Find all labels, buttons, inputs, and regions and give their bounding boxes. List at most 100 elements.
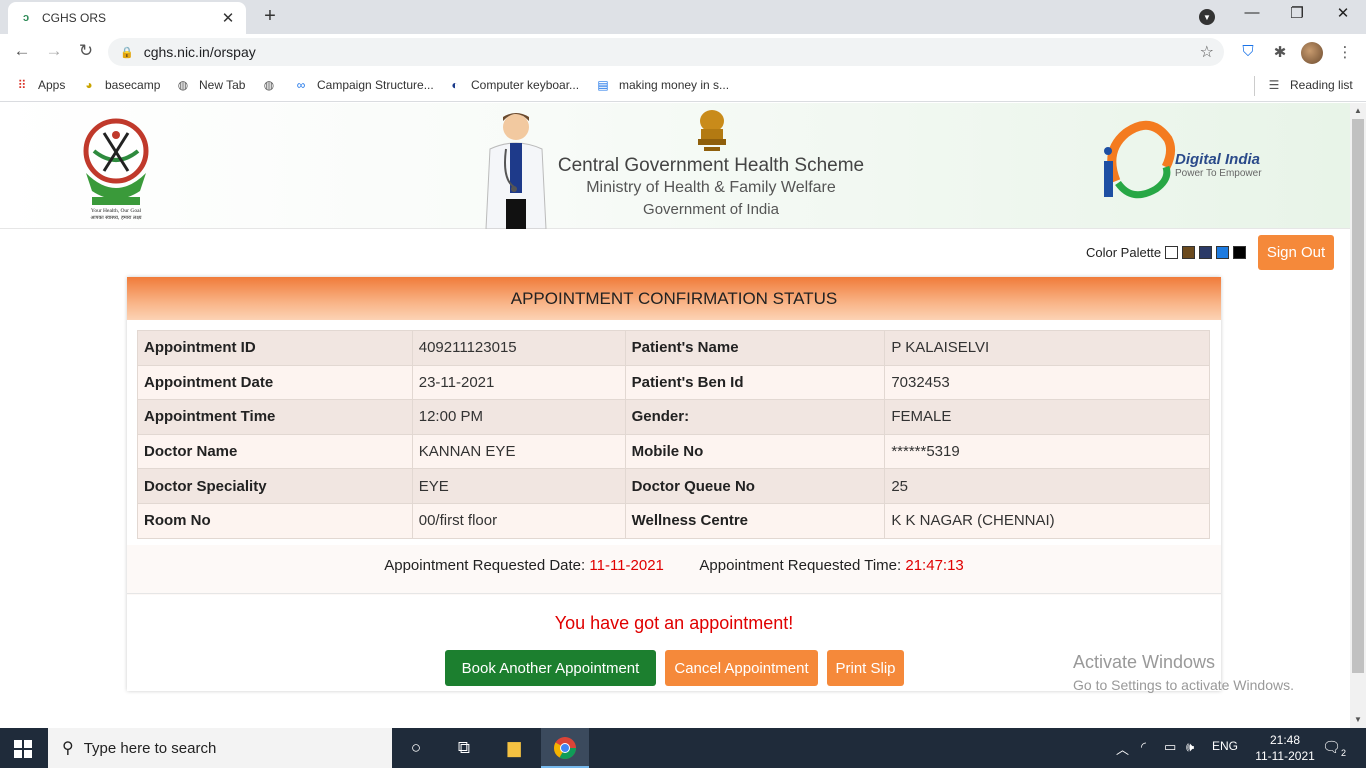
national-emblem-icon	[698, 110, 726, 151]
palette-swatch-brown[interactable]	[1182, 246, 1196, 259]
detail-label: Patient's Ben Id	[624, 364, 886, 401]
tray-chevron-icon[interactable]: ︿	[1116, 739, 1129, 758]
reading-list-button[interactable]: ☰ Reading list	[1266, 77, 1353, 93]
taskbar-search-box[interactable]: ⚲ Type here to search	[48, 728, 392, 768]
cancel-appointment-button[interactable]: Cancel Appointment	[665, 650, 818, 686]
requested-time-label: Appointment Requested Time:	[699, 557, 902, 574]
tab-search-icon[interactable]: ▼	[1199, 9, 1215, 25]
globe-icon: ◍	[177, 78, 189, 92]
detail-value: K K NAGAR (CHENNAI)	[884, 502, 1210, 539]
bookmark-label: making money in s...	[619, 78, 730, 92]
file-explorer-icon[interactable]: ▆	[502, 736, 526, 760]
print-slip-button[interactable]: Print Slip	[827, 650, 904, 686]
taskbar-chrome-app[interactable]	[541, 728, 589, 768]
detail-value: 12:00 PM	[411, 399, 626, 435]
language-indicator[interactable]: ENG	[1212, 739, 1238, 753]
notifications-icon[interactable]: 🗨2	[1322, 738, 1346, 758]
profile-avatar[interactable]	[1301, 42, 1323, 64]
table-row: Doctor Speciality EYE Doctor Queue No 25	[137, 468, 1210, 504]
forward-icon[interactable]: →	[42, 41, 66, 61]
minimize-icon[interactable]: —	[1242, 4, 1262, 21]
cghs-tagline-hi: आपका स्वास्थ्य, हमारा लक्ष्य	[91, 215, 142, 221]
palette-swatch-navy[interactable]	[1199, 246, 1213, 259]
url-text[interactable]: cghs.nic.in/orspay	[144, 44, 256, 60]
detail-value: EYE	[411, 468, 626, 504]
detail-value: ******5319	[884, 433, 1210, 470]
windows-taskbar: ⚲ Type here to search ○ ⧉ ▆ ︿ ◜ ▭ 🕪 ENG …	[0, 728, 1366, 768]
restore-icon[interactable]: ❐	[1287, 4, 1307, 22]
bookmark-keyboard[interactable]: ◐ Computer keyboar...	[447, 77, 579, 93]
detail-value: 409211123015	[411, 330, 626, 366]
clock-time: 21:48	[1269, 733, 1301, 747]
back-icon[interactable]: ←	[10, 41, 34, 61]
battery-icon[interactable]: ▭	[1164, 739, 1176, 755]
reading-list-icon: ☰	[1268, 78, 1280, 92]
requested-time-value: 21:47:13	[905, 557, 964, 574]
table-row: Appointment ID 409211123015 Patient's Name…	[137, 330, 1210, 366]
extensions-puzzle-icon[interactable]: ✱	[1270, 43, 1290, 61]
color-palette: Color Palette	[1086, 245, 1247, 260]
close-window-icon[interactable]: ✕	[1333, 4, 1353, 22]
requested-date-value: 11-11-2021	[589, 557, 664, 574]
browser-tab-cghs[interactable]: ↄ CGHS ORS ✕	[8, 2, 246, 34]
bookmark-label: Apps	[38, 78, 66, 92]
taskbar-clock[interactable]: 21:48 11-11-2021	[1252, 732, 1318, 764]
card-divider	[127, 593, 1221, 594]
menu-kebab-icon[interactable]: ⋮	[1335, 43, 1355, 61]
sign-out-button[interactable]: Sign Out	[1258, 235, 1334, 270]
windows-start-icon[interactable]	[14, 740, 32, 758]
basecamp-icon: ◕	[85, 78, 93, 92]
detail-value: 7032453	[884, 364, 1210, 401]
network-icon[interactable]: ◜	[1141, 739, 1146, 755]
detail-value: KANNAN EYE	[411, 433, 626, 470]
taskbar-search-placeholder: Type here to search	[83, 739, 217, 757]
bookmark-making-money[interactable]: ▤ making money in s...	[595, 77, 729, 93]
detail-value: 23-11-2021	[411, 364, 626, 401]
browser-tabstrip: ↄ CGHS ORS ✕ + ▼ — ❐ ✕	[0, 0, 1366, 34]
detail-value: FEMALE	[884, 399, 1210, 435]
detail-value: 25	[884, 468, 1210, 504]
link-icon: ∞	[296, 78, 306, 92]
requested-info: Appointment Requested Date: 11-11-2021 A…	[127, 545, 1221, 595]
address-bar[interactable]: 🔒 cghs.nic.in/orspay ☆	[108, 38, 1224, 66]
detail-label: Appointment Date	[137, 364, 413, 401]
palette-swatch-black[interactable]	[1233, 246, 1247, 259]
book-another-appointment-button[interactable]: Book Another Appointment	[445, 650, 656, 686]
clock-date: 11-11-2021	[1255, 749, 1315, 763]
cortana-icon[interactable]: ○	[404, 736, 428, 760]
palette-swatch-white[interactable]	[1165, 246, 1179, 259]
bookmarks-divider	[1254, 76, 1255, 96]
scrollbar-thumb[interactable]	[1352, 119, 1364, 673]
scroll-up-icon[interactable]: ▲	[1350, 106, 1366, 115]
tab-close-icon[interactable]: ✕	[220, 9, 236, 27]
doc-icon: ▤	[597, 78, 609, 92]
bookmark-label: Computer keyboar...	[471, 78, 580, 92]
palette-swatch-blue[interactable]	[1216, 246, 1230, 259]
new-tab-button[interactable]: +	[258, 5, 282, 28]
digital-india-title: Digital India	[1175, 151, 1261, 168]
bookmark-new-tab[interactable]: ◍ New Tab	[175, 77, 246, 93]
bookmark-apps[interactable]: ⠿ Apps	[14, 77, 66, 93]
detail-label: Mobile No	[624, 433, 886, 470]
task-view-icon[interactable]: ⧉	[452, 736, 476, 760]
bookmarks-bar: ⠿ Apps ◕ basecamp ◍ New Tab ◍ ∞ Campaign…	[0, 70, 1366, 102]
bookmark-basecamp[interactable]: ◕ basecamp	[81, 77, 160, 93]
activate-windows-title: Activate Windows	[1073, 652, 1216, 672]
lock-icon[interactable]: 🔒	[120, 46, 134, 59]
page-scrollbar[interactable]: ▲ ▼	[1350, 103, 1366, 728]
volume-icon[interactable]: 🕪	[1186, 739, 1194, 755]
bookmark-campaign[interactable]: ∞ Campaign Structure...	[293, 77, 434, 93]
cghs-logo-icon: Your Health, Our Goal आपका स्वास्थ्य, हम…	[83, 118, 149, 221]
browser-toolbar: ← → ↻ 🔒 cghs.nic.in/orspay ☆ ⛉ ✱ ⋮	[0, 34, 1366, 70]
digital-india-tagline: Power To Empower	[1175, 168, 1262, 179]
chrome-icon	[554, 737, 576, 759]
bookmark-star-icon[interactable]: ☆	[1200, 42, 1214, 62]
shield-extension-icon[interactable]: ⛉	[1238, 43, 1258, 60]
search-icon: ⚲	[62, 740, 74, 757]
confirmation-message: You have got an appointment!	[554, 613, 794, 633]
detail-value: 00/first floor	[411, 502, 626, 539]
scroll-down-icon[interactable]: ▼	[1350, 715, 1366, 724]
reload-icon[interactable]: ↻	[74, 41, 98, 61]
activate-windows-subtitle: Go to Settings to activate Windows.	[1073, 677, 1294, 693]
bookmark-globe[interactable]: ◍	[261, 77, 285, 93]
